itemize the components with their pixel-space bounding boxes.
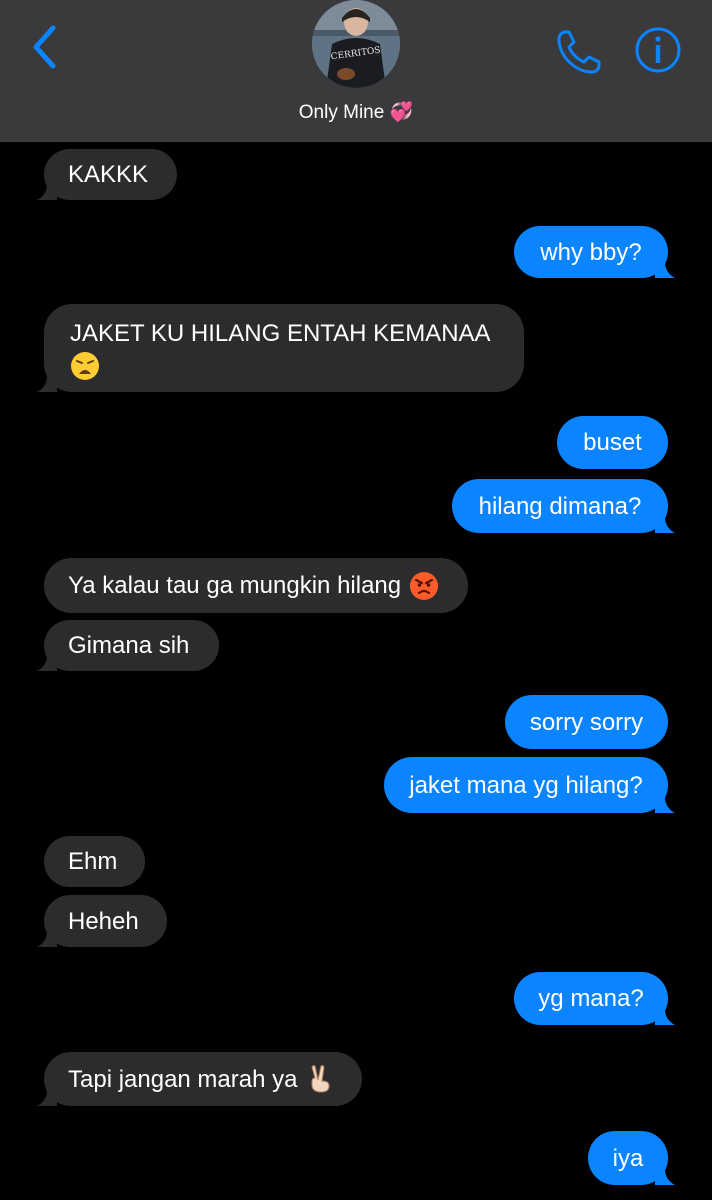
weary-face-icon [71,351,99,380]
bubble-tail [655,1163,675,1185]
message-text: Ya kalau tau ga mungkin hilang [68,572,402,599]
message-bubble-outgoing[interactable]: hilang dimana? [452,479,675,533]
bubble-tail [37,370,57,392]
contact-avatar[interactable]: CERRITOS [312,0,400,88]
back-button[interactable] [22,22,66,72]
message-text: sorry sorry [529,708,644,736]
message-bubble-outgoing[interactable]: why bby? [514,226,675,278]
message-bubble-incoming[interactable]: Tapi jangan marah ya [37,1052,362,1106]
message-bubble-outgoing[interactable]: jaket mana yg hilang? [384,757,675,813]
message-text: Gimana sih [68,632,190,659]
bubble-tail [655,791,675,813]
angry-face-icon [410,571,439,600]
message-text: hilang dimana? [478,492,642,520]
message-text: JAKET KU HILANG ENTAH KEMANAA [70,320,491,347]
contact-name[interactable]: Only Mine 💞 [0,100,712,124]
message-text: jaket mana yg hilang? [409,771,643,799]
message-text: Tapi jangan marah ya [68,1065,298,1093]
message-bubble-incoming[interactable]: Gimana sih [37,620,219,671]
chevron-left-icon [33,25,56,69]
info-button[interactable] [634,26,682,74]
info-icon [635,27,681,73]
message-bubble-incoming[interactable]: KAKKK [37,149,177,200]
bubble-tail [37,649,57,671]
message-bubble-incoming[interactable]: Ehm [44,836,145,887]
bubble-tail [37,178,57,200]
message-text: yg mana? [538,985,644,1012]
message-bubble-incoming[interactable]: JAKET KU HILANG ENTAH KEMANAA [37,304,524,392]
message-bubble-outgoing[interactable]: sorry sorry [505,695,668,749]
bubble-tail [655,256,675,278]
message-text: Ehm [68,848,118,875]
bubble-tail [37,1084,57,1106]
avatar-photo: CERRITOS [312,0,400,88]
message-bubble-outgoing[interactable]: buset [557,416,668,469]
bubble-tail [37,925,57,947]
conversation-header: CERRITOS Only Mine 💞 [0,0,712,142]
message-text: why bby? [540,238,642,266]
bubble-tail [655,511,675,533]
phone-icon [557,30,601,74]
message-text: KAKKK [68,161,149,188]
message-text: iya [612,1144,644,1172]
message-bubble-incoming[interactable]: Heheh [37,895,167,947]
message-text: Heheh [68,907,139,935]
bubble-tail [655,1003,675,1025]
message-text: buset [583,429,642,456]
call-button[interactable] [553,26,605,78]
victory-hand-icon [311,1065,330,1093]
message-bubble-outgoing[interactable]: iya [588,1131,675,1185]
message-bubble-incoming[interactable]: Ya kalau tau ga mungkin hilang [44,558,468,613]
message-bubble-outgoing[interactable]: yg mana? [514,972,675,1025]
